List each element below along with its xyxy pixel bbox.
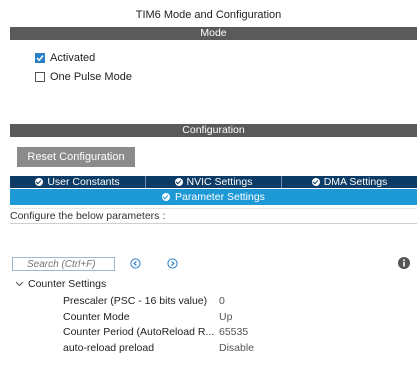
check-circle-icon [35, 178, 44, 186]
tab-label: Parameter Settings [175, 191, 265, 203]
group-counter-settings[interactable]: Counter Settings [28, 278, 106, 290]
reset-configuration-button[interactable]: Reset Configuration [17, 147, 135, 167]
activated-label: Activated [50, 52, 96, 64]
one-pulse-mode-label: One Pulse Mode [50, 71, 132, 83]
tab-nvic-settings[interactable]: NVIC Settings [145, 176, 281, 188]
instruction-text: Configure the below parameters : [10, 208, 417, 224]
param-value[interactable]: 65535 [219, 326, 248, 338]
param-value[interactable]: 0 [219, 295, 225, 307]
tab-label: DMA Settings [323, 176, 388, 188]
tab-label: NVIC Settings [186, 176, 253, 188]
tab-label: User Constants [47, 176, 120, 188]
config-tabs: User Constants NVIC Settings DMA Setting… [10, 176, 417, 188]
param-value[interactable]: Up [219, 311, 232, 323]
tab-parameter-settings[interactable]: Parameter Settings [10, 189, 417, 205]
param-value[interactable]: Disable [219, 342, 254, 354]
info-icon[interactable] [398, 257, 410, 272]
checkbox-unchecked-icon [35, 72, 45, 82]
collapse-chevron-icon[interactable] [15, 279, 24, 291]
check-circle-icon [162, 193, 171, 201]
next-result-icon[interactable] [167, 258, 178, 272]
tab-dma-settings[interactable]: DMA Settings [281, 176, 417, 188]
activated-checkbox[interactable]: Activated [35, 52, 95, 64]
param-name: Prescaler (PSC - 16 bits value) [63, 295, 208, 307]
check-circle-icon [311, 178, 320, 186]
configuration-header: Configuration [10, 124, 417, 137]
param-name: Counter Mode [63, 311, 130, 323]
previous-result-icon[interactable] [130, 258, 141, 272]
window-title: TIM6 Mode and Configuration [135, 9, 282, 21]
tab-user-constants[interactable]: User Constants [10, 176, 145, 188]
search-input[interactable] [12, 257, 115, 271]
one-pulse-mode-checkbox[interactable]: One Pulse Mode [35, 71, 132, 83]
param-name: Counter Period (AutoReload R... [63, 326, 215, 338]
check-circle-icon [174, 178, 183, 186]
checkbox-checked-icon [35, 53, 45, 63]
mode-header: Mode [10, 27, 417, 40]
param-name: auto-reload preload [63, 342, 155, 354]
